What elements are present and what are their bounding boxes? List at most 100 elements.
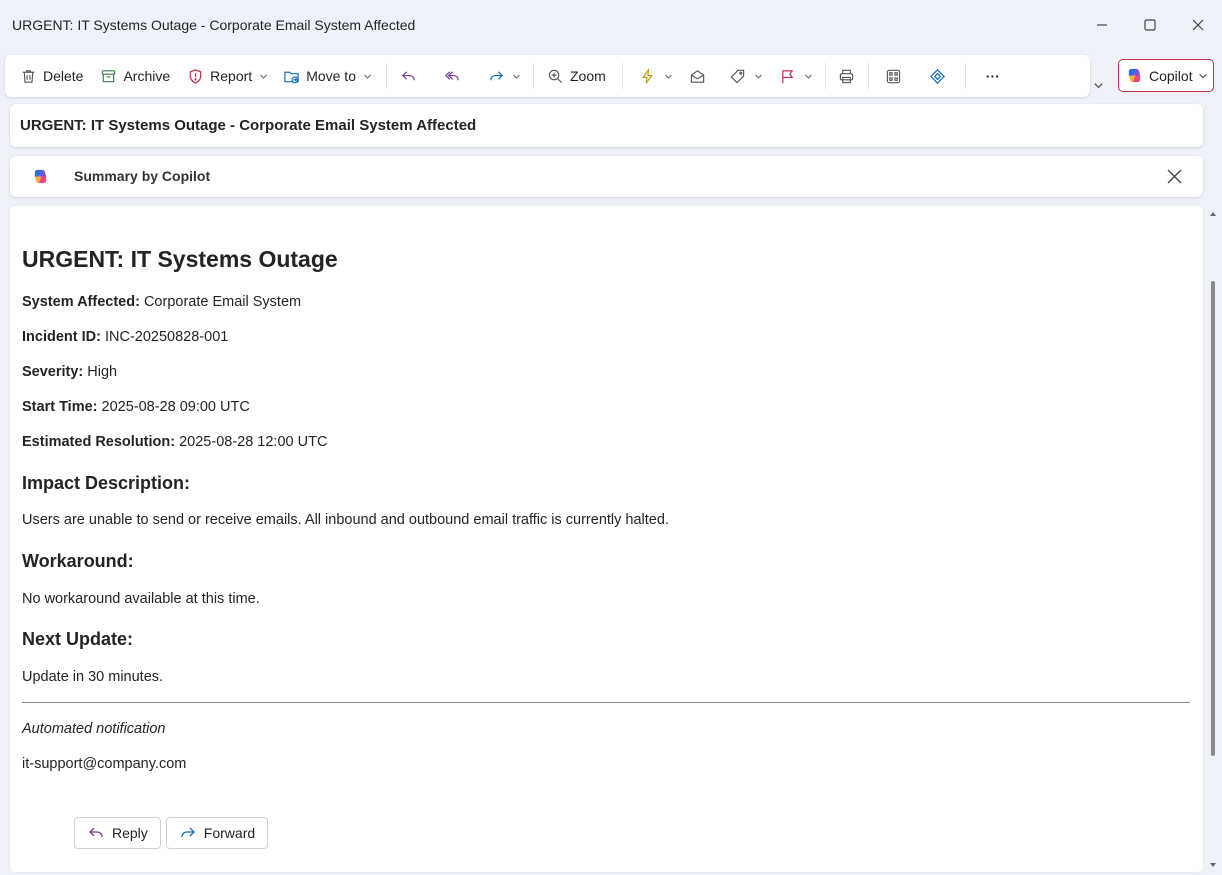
close-window-button[interactable]: [1174, 0, 1222, 50]
field-value: High: [87, 364, 118, 380]
chevron-down-icon[interactable]: [754, 72, 763, 81]
reply-button[interactable]: [393, 60, 423, 92]
copilot-logo-icon: [1128, 68, 1141, 83]
field-system-affected: System Affected: Corporate Email System: [22, 294, 301, 310]
chevron-down-icon: [1093, 82, 1103, 88]
quick-steps-button[interactable]: [633, 60, 679, 92]
field-value: 2025-08-28 09:00 UTC: [101, 399, 250, 415]
move-to-button[interactable]: Move to: [276, 60, 378, 92]
field-start-time: Start Time: 2025-08-28 09:00 UTC: [22, 399, 250, 415]
forward-icon: [487, 67, 505, 85]
lightning-icon: [639, 67, 657, 85]
minimize-icon: [1097, 24, 1107, 26]
toolbar-divider: [964, 63, 966, 89]
summary-label: Summary by Copilot: [74, 168, 211, 184]
toolbar-divider: [621, 63, 623, 89]
next-update-text: Update in 30 minutes.: [22, 669, 164, 685]
field-severity: Severity: High: [22, 364, 117, 380]
apps-button[interactable]: [879, 60, 909, 92]
mark-read-button[interactable]: [683, 60, 713, 92]
close-icon: [1192, 19, 1204, 31]
impact-heading: Impact Description:: [22, 473, 191, 493]
more-options-icon: ···: [985, 68, 1000, 84]
copilot-label: Copilot: [1149, 67, 1193, 84]
copilot-summary-bar[interactable]: Summary by Copilot: [10, 156, 1203, 197]
field-incident-id: Incident ID: INC-20250828-001: [22, 329, 228, 345]
toolbar-divider: [386, 63, 387, 89]
forward-label: Forward: [203, 825, 256, 841]
forward-button[interactable]: [481, 60, 527, 92]
close-icon[interactable]: [1166, 168, 1183, 185]
zoom-in-icon: [546, 67, 564, 85]
workaround-text: No workaround available at this time.: [22, 591, 260, 607]
printer-icon: [838, 67, 856, 85]
scroll-up-icon[interactable]: [1209, 210, 1217, 218]
envelope-open-icon: [689, 67, 707, 85]
copilot-button[interactable]: Copilot: [1118, 59, 1214, 92]
field-value: 2025-08-28 12:00 UTC: [179, 434, 328, 450]
toolbar-divider: [867, 63, 869, 89]
reply-actions: Reply Forward: [74, 817, 269, 849]
chevron-down-icon[interactable]: [363, 72, 372, 81]
reply-label: Reply: [112, 825, 148, 841]
field-value: INC-20250828-001: [104, 329, 229, 345]
archive-icon: [99, 67, 117, 85]
flag-icon: [779, 67, 797, 85]
field-estimated-resolution: Estimated Resolution: 2025-08-28 12:00 U…: [22, 434, 327, 450]
field-label: Incident ID:: [22, 329, 101, 345]
reply-all-button[interactable]: [437, 60, 467, 92]
flag-button[interactable]: [773, 60, 819, 92]
shield-warning-icon: [186, 67, 204, 85]
zoom-button[interactable]: Zoom: [540, 60, 612, 92]
forward-action-button[interactable]: Forward: [165, 817, 269, 849]
archive-label: Archive: [123, 68, 171, 84]
workaround-heading: Workaround:: [22, 551, 134, 571]
copilot-logo-icon: [34, 169, 47, 184]
chevron-down-icon[interactable]: [259, 72, 268, 81]
toolbar-divider: [824, 63, 826, 89]
print-button[interactable]: [832, 60, 862, 92]
chevron-down-icon[interactable]: [664, 72, 673, 81]
vertical-scrollbar[interactable]: [1206, 206, 1220, 872]
delete-button[interactable]: Delete: [13, 60, 89, 92]
field-value: Corporate Email System: [143, 294, 302, 310]
reply-icon: [399, 67, 417, 85]
outlook-window: URGENT: IT Systems Outage - Corporate Em…: [0, 0, 1222, 875]
apps-grid-icon: [885, 67, 903, 85]
scroll-down-icon[interactable]: [1209, 861, 1217, 869]
impact-text: Users are unable to send or receive emai…: [22, 512, 669, 528]
minimize-button[interactable]: [1078, 0, 1126, 50]
window-title: URGENT: IT Systems Outage - Corporate Em…: [12, 17, 416, 33]
reply-all-icon: [443, 67, 461, 85]
zoom-label: Zoom: [570, 68, 606, 84]
footer-note: Automated notification: [22, 721, 166, 737]
report-button[interactable]: Report: [180, 60, 274, 92]
window-controls: [1078, 0, 1222, 50]
toolbar-expand-button[interactable]: [1091, 78, 1105, 92]
delete-label: Delete: [43, 68, 84, 84]
report-label: Report: [210, 68, 253, 84]
insights-icon: [929, 67, 947, 85]
title-bar: URGENT: IT Systems Outage - Corporate Em…: [0, 0, 1222, 50]
viva-insights-button[interactable]: [923, 60, 953, 92]
folder-move-icon: [282, 67, 300, 85]
chevron-down-icon[interactable]: [512, 72, 521, 81]
message-heading: URGENT: IT Systems Outage: [22, 246, 338, 272]
chevron-down-icon[interactable]: [804, 72, 813, 81]
trash-icon: [19, 67, 37, 85]
horizontal-rule: [22, 702, 1190, 703]
field-label: System Affected:: [22, 294, 140, 310]
archive-button[interactable]: Archive: [93, 60, 176, 92]
categorize-button[interactable]: [723, 60, 769, 92]
field-label: Severity:: [22, 364, 84, 380]
next-update-heading: Next Update:: [22, 629, 134, 649]
move-to-label: Move to: [306, 68, 356, 84]
message-subject: URGENT: IT Systems Outage - Corporate Em…: [10, 104, 1203, 147]
toolbar-divider: [533, 63, 534, 89]
scrollbar-thumb[interactable]: [1211, 281, 1215, 756]
reply-action-button[interactable]: Reply: [74, 817, 161, 849]
more-options-button[interactable]: ···: [980, 60, 1006, 92]
reply-icon: [89, 827, 103, 838]
maximize-button[interactable]: [1126, 0, 1174, 50]
footer-sender: it-support@company.com: [22, 756, 187, 772]
